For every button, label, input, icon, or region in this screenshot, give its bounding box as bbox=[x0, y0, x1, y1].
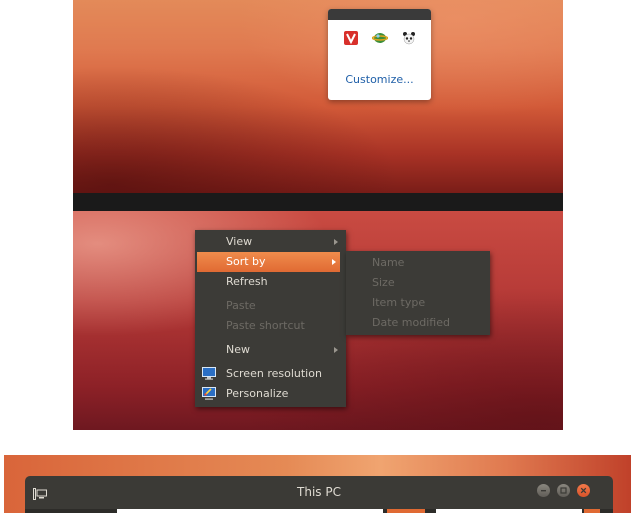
menu-item-paste[interactable]: Paste bbox=[195, 296, 346, 316]
menu-item-label: Personalize bbox=[226, 387, 289, 400]
submenu-item-size[interactable]: Size bbox=[346, 273, 490, 293]
menu-item-label: Sort by bbox=[226, 255, 266, 268]
panel-divider bbox=[73, 193, 563, 211]
network-globe-icon[interactable] bbox=[371, 30, 388, 46]
menu-item-paste-shortcut[interactable]: Paste shortcut bbox=[195, 316, 346, 336]
menu-item-refresh[interactable]: Refresh bbox=[195, 272, 346, 292]
submenu-arrow-icon bbox=[334, 347, 338, 353]
search-button[interactable] bbox=[584, 509, 600, 513]
menu-item-label: Refresh bbox=[226, 275, 268, 288]
window-titlebar[interactable]: This PC bbox=[25, 476, 613, 513]
submenu-item-name[interactable]: Name bbox=[346, 253, 490, 273]
sort-by-submenu: Name Size Item type Date modified bbox=[346, 251, 490, 335]
address-bar[interactable] bbox=[117, 509, 383, 513]
menu-item-screen-resolution[interactable]: Screen resolution bbox=[195, 364, 346, 384]
submenu-arrow-icon bbox=[334, 239, 338, 245]
desktop-context-menu: View Sort by Refresh Paste Paste shortcu… bbox=[195, 230, 346, 407]
close-icon[interactable] bbox=[577, 484, 590, 497]
window-title: This PC bbox=[297, 485, 341, 499]
menu-item-view[interactable]: View bbox=[195, 232, 346, 252]
address-go-button[interactable] bbox=[387, 509, 425, 513]
vivaldi-icon[interactable] bbox=[343, 30, 359, 46]
submenu-item-date-modified[interactable]: Date modified bbox=[346, 313, 490, 333]
menu-item-label: Paste shortcut bbox=[226, 319, 305, 332]
maximize-icon[interactable] bbox=[557, 484, 570, 497]
panda-icon[interactable] bbox=[401, 30, 417, 46]
menu-item-label: View bbox=[226, 235, 253, 248]
tray-flyout-header bbox=[328, 9, 431, 20]
menu-item-label: New bbox=[226, 343, 250, 356]
customize-link[interactable]: Customize... bbox=[328, 73, 431, 86]
menu-item-personalize[interactable]: Personalize bbox=[195, 384, 346, 404]
submenu-item-item-type[interactable]: Item type bbox=[346, 293, 490, 313]
desktop-wallpaper-top: Customize... bbox=[73, 0, 563, 193]
minimize-icon[interactable] bbox=[537, 484, 550, 497]
tray-icon-row bbox=[328, 20, 431, 46]
menu-item-label: Paste bbox=[226, 299, 256, 312]
monitor-icon bbox=[202, 367, 216, 380]
notification-tray-flyout: Customize... bbox=[328, 9, 431, 100]
monitor-paint-icon bbox=[202, 387, 216, 400]
search-box[interactable] bbox=[436, 509, 582, 513]
submenu-arrow-icon bbox=[332, 259, 336, 265]
menu-item-new[interactable]: New bbox=[195, 340, 346, 360]
menu-item-sort-by[interactable]: Sort by bbox=[197, 252, 340, 272]
menu-item-label: Screen resolution bbox=[226, 367, 322, 380]
